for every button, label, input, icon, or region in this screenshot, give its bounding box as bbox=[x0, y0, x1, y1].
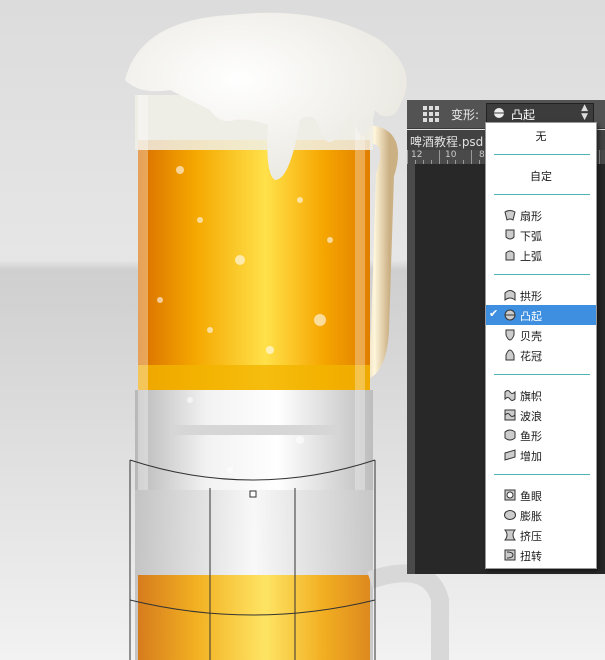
arc-lower-icon bbox=[505, 229, 515, 240]
arc-icon bbox=[504, 210, 516, 221]
warp-menu-item[interactable]: 拱形 bbox=[486, 285, 596, 305]
warp-menu-item[interactable]: 旗帜 bbox=[486, 385, 596, 405]
warp-menu-item[interactable]: 增加 bbox=[486, 445, 596, 465]
warp-menu-item-label: 扭转 bbox=[520, 550, 542, 563]
shell-lower-icon bbox=[505, 329, 515, 341]
warp-menu-item-label: 凸起 bbox=[520, 310, 542, 323]
menu-separator bbox=[494, 374, 590, 375]
ruler-label: 8 bbox=[479, 150, 485, 160]
warp-menu-item-label: 波浪 bbox=[520, 410, 542, 423]
warp-menu-item-label: 下弧 bbox=[520, 230, 542, 243]
warp-menu-item-label: 贝壳 bbox=[520, 330, 542, 343]
warp-menu-item[interactable]: 膨胀 bbox=[486, 505, 596, 525]
warp-label: 变形: bbox=[451, 108, 480, 122]
photoshop-canvas: 变形: 凸起 ▲ ▼ 啤酒教程.psd @ 12 10 8 无自定 扇形 下弧 上弧 拱形 ✔ 凸… bbox=[0, 0, 605, 660]
warp-style-select[interactable]: 凸起 ▲ ▼ bbox=[486, 103, 594, 123]
inflate-icon bbox=[504, 510, 516, 520]
warp-menu-item[interactable]: 挤压 bbox=[486, 525, 596, 545]
warp-control-point[interactable] bbox=[249, 490, 257, 498]
warp-menu-item-label: 上弧 bbox=[520, 250, 542, 263]
menu-separator bbox=[494, 154, 590, 155]
warp-grid-icon[interactable] bbox=[421, 104, 441, 124]
warp-menu-item-label: 扇形 bbox=[520, 210, 542, 223]
bulge-icon bbox=[494, 108, 504, 118]
arc-upper-icon bbox=[505, 250, 515, 261]
fisheye-icon bbox=[504, 489, 516, 501]
warp-selected-value: 凸起 bbox=[511, 108, 536, 122]
warp-menu-item-label: 旗帜 bbox=[520, 390, 542, 403]
bulge-icon bbox=[504, 309, 516, 321]
menu-separator bbox=[494, 474, 590, 475]
checkmark-icon: ✔ bbox=[489, 307, 499, 320]
warp-menu-item-label: 拱形 bbox=[520, 290, 542, 303]
warp-style-menu: 无自定扇形下弧上弧拱形 ✔ 凸起贝壳花冠旗帜波浪鱼形增加鱼眼膨胀挤压扭转 bbox=[485, 122, 597, 569]
warp-menu-item-label: 挤压 bbox=[520, 530, 542, 543]
flag-icon bbox=[504, 390, 516, 401]
twist-icon bbox=[504, 549, 516, 561]
warp-menu-item-label: 鱼形 bbox=[520, 430, 542, 443]
ruler-label: 10 bbox=[445, 150, 457, 160]
select-arrows-icon: ▲ ▼ bbox=[581, 103, 588, 122]
warp-menu-item-label: 膨胀 bbox=[520, 510, 542, 523]
warp-menu-item-label: 鱼眼 bbox=[520, 490, 542, 503]
warp-menu-item-label: 增加 bbox=[520, 450, 542, 463]
ruler-tick bbox=[471, 150, 472, 164]
warp-menu-item[interactable]: ✔ 凸起 bbox=[486, 305, 596, 325]
fish-icon bbox=[504, 429, 516, 441]
warp-menu-item[interactable]: 扭转 bbox=[486, 545, 596, 565]
ruler-label: 12 bbox=[411, 150, 423, 160]
warp-menu-item[interactable]: 自定 bbox=[486, 165, 596, 185]
vertical-ruler bbox=[407, 164, 415, 574]
rise-icon bbox=[504, 449, 516, 461]
ruler-tick bbox=[599, 150, 600, 164]
ruler-tick bbox=[407, 150, 408, 164]
ruler-tick bbox=[439, 150, 440, 164]
warp-menu-item-label: 自定 bbox=[530, 170, 552, 183]
warp-menu-item[interactable]: 鱼眼 bbox=[486, 485, 596, 505]
wave-icon bbox=[504, 409, 516, 421]
warp-menu-item[interactable]: 上弧 bbox=[486, 245, 596, 265]
warp-menu-item[interactable]: 波浪 bbox=[486, 405, 596, 425]
warp-menu-item[interactable]: 花冠 bbox=[486, 345, 596, 365]
shell-upper-icon bbox=[505, 349, 515, 361]
warp-menu-item[interactable]: 扇形 bbox=[486, 205, 596, 225]
menu-separator bbox=[494, 194, 590, 195]
warp-menu-item-label: 无 bbox=[535, 130, 547, 143]
warp-menu-item[interactable]: 无 bbox=[486, 125, 596, 145]
menu-separator bbox=[494, 274, 590, 275]
arch-icon bbox=[504, 290, 516, 301]
warp-menu-item[interactable]: 贝壳 bbox=[486, 325, 596, 345]
warp-menu-item[interactable]: 鱼形 bbox=[486, 425, 596, 445]
squeeze-icon bbox=[504, 529, 516, 541]
warp-menu-item-label: 花冠 bbox=[520, 350, 542, 363]
warp-menu-item[interactable]: 下弧 bbox=[486, 225, 596, 245]
